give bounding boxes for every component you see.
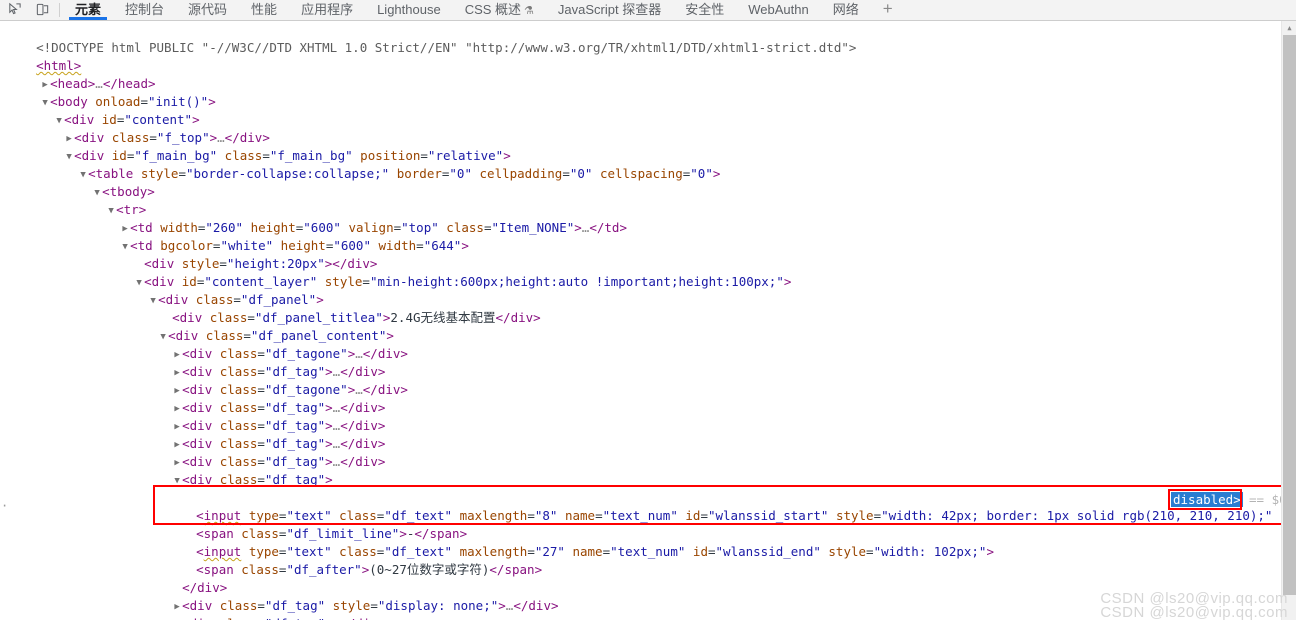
dom-node-span-after[interactable]: <span class="df_after">(0~27位数字或字符)</spa… [0, 543, 1281, 577]
inspect-element-icon[interactable] [0, 0, 28, 20]
dom-node-doctype: <!DOCTYPE html PUBLIC "-//W3C//DTD XHTML… [0, 21, 1281, 55]
tab-label: 元素 [75, 2, 102, 17]
tab-application[interactable]: 应用程序 [289, 0, 365, 20]
tab-security[interactable]: 安全性 [673, 0, 736, 20]
disabled-attribute-text: disabled [1173, 492, 1234, 507]
dom-node-df-tag-row[interactable]: ▶ <div class="df_tag">…</div> [0, 399, 1281, 433]
vertical-scrollbar[interactable]: ▲ [1281, 21, 1296, 620]
dom-node-df-tag-last[interactable]: ▶<div class="df_tag">…</div> [0, 597, 1281, 620]
dom-node-df-tag-row[interactable]: ▶ <div class="df_tagone">…</div> [0, 363, 1281, 397]
dom-node-df-tag-expanded[interactable]: ▼ <div class="df_tag"> [0, 453, 1281, 487]
dom-node-td-right[interactable]: ▼ <td bgcolor="white" height="600" width=… [0, 219, 1281, 253]
dom-node-span-limit-line[interactable]: <span class="df_limit_line">-</span> [0, 507, 1281, 541]
attr-value[interactable]: "df_tag" [265, 616, 325, 620]
tab-label: 应用程序 [301, 2, 354, 17]
tab-console[interactable]: 控制台 [113, 0, 176, 20]
dom-node-close-div[interactable]: </div> [0, 561, 1281, 595]
tab-label: CSS 概述 [464, 2, 522, 17]
tab-label: WebAuthn [748, 2, 809, 17]
dom-node-panel-title[interactable]: ▶<div class="df_panel_titlea">2.4G无线基本配置… [0, 291, 1281, 325]
dom-node-html[interactable]: <html> [0, 39, 1281, 73]
dom-node-df-tag-row[interactable]: ▶ <div class="df_tag">…</div> [0, 417, 1281, 451]
disabled-attribute-chip[interactable]: disabled> [1171, 492, 1243, 507]
watermark-line-2: CSDN @ls20@vip.qq.com [1100, 604, 1288, 621]
dom-node-head[interactable]: ▶ <head>…</head> [0, 57, 1281, 91]
dom-node-df-panel[interactable]: ▼ <div class="df_panel"> [0, 273, 1281, 307]
dom-node-label-ssid[interactable]: <label class="df_labelc">SSID：</label> [0, 471, 1281, 505]
tab-label: 源代码 [188, 2, 228, 17]
dom-node-panel-content[interactable]: ▼ <div class="df_panel_content"> [0, 309, 1281, 343]
dom-node-f-main-bg[interactable]: ▼ <div id="f_main_bg" class="f_main_bg" p… [0, 129, 1281, 163]
tab-elements[interactable]: 元素 [63, 0, 113, 20]
dom-node-f-top[interactable]: ▶ <div class="f_top">…</div> [0, 111, 1281, 145]
dom-node-df-tag-row[interactable]: ▶ <div class="df_tag">…</div> [0, 345, 1281, 379]
dom-node-table[interactable]: ▼ <table style="border-collapse:collapse;… [0, 147, 1281, 181]
tab-webauthn[interactable]: WebAuthn [736, 0, 820, 20]
scrollbar-thumb[interactable] [1283, 35, 1296, 595]
tab-performance[interactable]: 性能 [239, 0, 289, 20]
toolbar-divider [59, 3, 60, 17]
dom-node-spacer-div[interactable]: ▶<div style="height:20px"></div> [0, 237, 1281, 271]
tab-javascript-profiler[interactable]: JavaScript 探查器 [546, 0, 673, 20]
tab-network[interactable]: 网络 [821, 0, 871, 20]
dom-node-df-tag-row[interactable]: ▶ <div class="df_tag">…</div> [0, 381, 1281, 415]
tab-lighthouse[interactable]: Lighthouse [365, 0, 453, 20]
selected-row-marker: · [1, 499, 9, 513]
scroll-up-arrow-icon[interactable]: ▲ [1282, 21, 1296, 35]
devtools-tab-bar: 元素 控制台 源代码 性能 应用程序 Lighthouse CSS 概述 ⚗ Ja… [0, 0, 1296, 21]
dom-node-tr[interactable]: ▼ <tr> [0, 183, 1281, 217]
more-tabs-button[interactable]: + [871, 0, 905, 20]
dom-node-input-wlanssid-end[interactable]: <input type="text" class="df_text" maxle… [0, 525, 1281, 559]
dom-node-tbody[interactable]: ▼ <tbody> [0, 165, 1281, 199]
device-toolbar-icon[interactable] [28, 0, 56, 20]
expand-triangle-icon[interactable]: ▶ [172, 616, 182, 620]
dom-node-body[interactable]: ▼ <body onload="init()"> [0, 75, 1281, 109]
tab-label: JavaScript 探查器 [557, 2, 662, 17]
tab-label: 性能 [251, 2, 278, 17]
dom-node-content-layer[interactable]: ▼ <div id="content_layer" style="min-heig… [0, 255, 1281, 289]
tab-label: Lighthouse [377, 2, 441, 17]
dom-node-td-left[interactable]: ▶ <td width="260" height="600" valign="to… [0, 201, 1281, 235]
dom-node-df-tag-row[interactable]: ▶ <div class="df_tagone">…</div> [0, 327, 1281, 361]
dom-node-input-wlanssid-start[interactable]: <input type="text" class="df_text" maxle… [0, 489, 1281, 523]
tab-css-overview[interactable]: CSS 概述 ⚗ [453, 0, 546, 20]
tab-label: 安全性 [685, 2, 725, 17]
tab-sources[interactable]: 源代码 [176, 0, 239, 20]
dom-node-df-tag-row[interactable]: ▶ <div class="df_tag">…</div> [0, 435, 1281, 469]
tab-label: 网络 [832, 2, 859, 17]
dom-node-content-div[interactable]: ▼ <div id="content"> [0, 93, 1281, 127]
tab-label: 控制台 [125, 2, 165, 17]
dom-tree-pane[interactable]: <!DOCTYPE html PUBLIC "-//W3C//DTD XHTML… [0, 21, 1281, 620]
experiment-flask-icon: ⚗ [524, 5, 534, 17]
dom-node-df-tag-hidden[interactable]: ▶ <div class="df_tag" style="display: non… [0, 579, 1281, 613]
